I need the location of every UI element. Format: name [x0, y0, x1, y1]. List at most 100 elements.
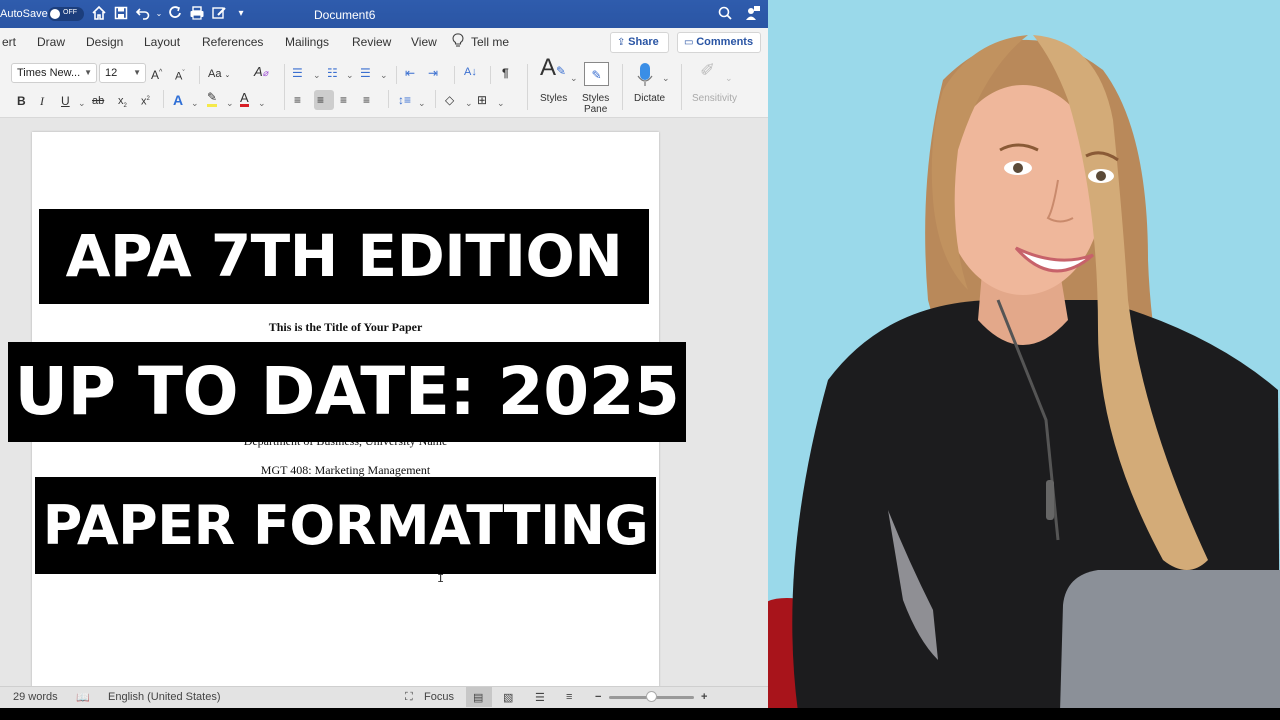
status-bar: 29 words 📖 English (United States) ⛶ Foc…: [0, 686, 768, 708]
zoom-out-button[interactable]: −: [595, 691, 601, 703]
change-case-button[interactable]: Aa ⌄: [208, 66, 230, 84]
align-right-icon[interactable]: ≡: [340, 92, 347, 108]
tab-design[interactable]: Design: [86, 35, 123, 49]
autosave-state: OFF: [63, 9, 77, 16]
tab-layout[interactable]: Layout: [144, 35, 180, 49]
tab-review[interactable]: Review: [352, 35, 391, 49]
chevron-down-icon[interactable]: ⌄: [497, 95, 505, 111]
autosave-toggle[interactable]: OFF: [48, 7, 84, 21]
styles-icon[interactable]: A✎: [540, 56, 566, 80]
font-color-button[interactable]: A: [240, 91, 249, 107]
chevron-down-icon[interactable]: ⌄: [725, 70, 733, 86]
redo-icon[interactable]: [166, 5, 184, 23]
grow-font-icon[interactable]: A^: [151, 65, 162, 83]
superscript-button[interactable]: x2: [141, 91, 150, 110]
headline-banner-topic: PAPER FORMATTING: [35, 477, 656, 574]
divider: [622, 64, 623, 110]
home-icon[interactable]: [90, 5, 108, 23]
customize-icon[interactable]: ▾: [232, 5, 250, 23]
chevron-down-icon[interactable]: ⌄: [258, 95, 266, 111]
video-bottom-bar: [0, 708, 1280, 720]
lightbulb-icon: [452, 33, 464, 51]
multilevel-list-icon[interactable]: ☰: [360, 65, 371, 81]
justify-icon[interactable]: ≡: [363, 92, 370, 108]
align-left-icon[interactable]: ≡: [294, 92, 301, 108]
show-formatting-icon[interactable]: ¶: [502, 65, 509, 81]
highlight-button[interactable]: ✎: [207, 91, 218, 107]
divider: [163, 90, 164, 108]
outline-view-icon[interactable]: ☰: [535, 691, 545, 704]
chevron-down-icon[interactable]: ⌄: [465, 95, 473, 111]
chevron-down-icon[interactable]: ⌄: [418, 95, 426, 111]
styles-pane-icon[interactable]: ✎: [584, 62, 609, 86]
bullets-icon[interactable]: ☰: [292, 65, 303, 81]
chevron-down-icon[interactable]: ⌄: [191, 95, 199, 111]
shrink-font-icon[interactable]: Aˇ: [175, 66, 185, 85]
underline-chevron-icon[interactable]: ⌄: [78, 95, 86, 111]
chevron-down-icon[interactable]: ⌄: [662, 70, 670, 86]
save-icon[interactable]: [112, 5, 130, 23]
shading-icon[interactable]: ◇: [445, 92, 454, 108]
divider: [454, 66, 455, 84]
divider: [681, 64, 682, 110]
course-line: MGT 408: Marketing Management: [260, 463, 431, 477]
align-center-icon[interactable]: ≡: [317, 92, 324, 108]
divider: [388, 90, 389, 108]
change-case-label: Aa: [208, 68, 222, 80]
line-spacing-icon[interactable]: ↕≡: [398, 92, 411, 108]
headline-banner-edition: APA 7TH EDITION: [39, 209, 649, 304]
chevron-down-icon[interactable]: ⌄: [346, 67, 354, 83]
subscript-button[interactable]: x2: [118, 93, 127, 114]
strikethrough-button[interactable]: ab: [92, 93, 104, 109]
chevron-down-icon[interactable]: ⌄: [570, 70, 578, 86]
text-effects-button[interactable]: A: [173, 92, 183, 108]
share-button[interactable]: ⇪ Share: [610, 32, 669, 53]
tab-draw[interactable]: Draw: [37, 35, 65, 49]
ribbon-tabs: ert Draw Design Layout References Mailin…: [0, 28, 768, 56]
font-name-select[interactable]: Times New... ▼: [11, 63, 97, 83]
bold-button[interactable]: B: [17, 93, 26, 109]
chevron-down-icon[interactable]: ⌄: [380, 67, 388, 83]
zoom-slider-handle[interactable]: [645, 691, 657, 702]
edit-icon[interactable]: [210, 5, 228, 23]
chevron-down-icon[interactable]: ⌄: [313, 67, 321, 83]
italic-button[interactable]: I: [40, 93, 44, 109]
comments-label: Comments: [696, 36, 754, 48]
left-iris: [1013, 163, 1023, 173]
divider: [527, 64, 528, 110]
underline-button[interactable]: U: [61, 93, 70, 109]
dictate-label: Dictate: [634, 93, 666, 104]
chevron-down-icon[interactable]: ⌄: [226, 95, 234, 111]
font-size-select[interactable]: 12 ▼: [99, 63, 146, 83]
tell-me-search[interactable]: Tell me: [471, 35, 509, 49]
tab-references[interactable]: References: [202, 35, 263, 49]
sensitivity-icon[interactable]: ✐: [700, 61, 715, 79]
comments-button[interactable]: ▭ Comments: [677, 32, 761, 53]
document-title: Document6: [314, 8, 376, 22]
toggle-knob: [50, 9, 60, 19]
search-icon[interactable]: [716, 5, 734, 23]
focus-icon[interactable]: ⛶: [405, 691, 413, 704]
borders-icon[interactable]: ⊞: [477, 92, 487, 108]
tab-view[interactable]: View: [411, 35, 437, 49]
print-layout-icon[interactable]: ▤: [473, 691, 483, 704]
zoom-in-button[interactable]: +: [701, 691, 707, 703]
chevron-down-icon: ▼: [84, 68, 92, 77]
tab-insert[interactable]: ert: [2, 35, 16, 49]
language[interactable]: English (United States): [108, 691, 221, 703]
clear-formatting-icon[interactable]: A⌀: [254, 64, 268, 81]
tab-mailings[interactable]: Mailings: [285, 35, 329, 49]
profile-icon[interactable]: [744, 5, 762, 23]
draft-view-icon[interactable]: ≡: [566, 691, 572, 703]
increase-indent-icon[interactable]: ⇥: [428, 65, 438, 81]
headline-banner-date: UP TO DATE: 2025: [8, 342, 686, 442]
microphone-icon[interactable]: [637, 62, 653, 92]
decrease-indent-icon[interactable]: ⇤: [405, 65, 415, 81]
numbering-icon[interactable]: ☷: [327, 65, 338, 81]
proofing-icon[interactable]: 📖: [76, 691, 90, 704]
sort-icon[interactable]: A↓: [464, 64, 477, 80]
print-icon[interactable]: [188, 5, 206, 23]
web-layout-icon[interactable]: ▧: [503, 691, 513, 704]
focus-label[interactable]: Focus: [424, 691, 454, 703]
word-count[interactable]: 29 words: [13, 691, 58, 703]
